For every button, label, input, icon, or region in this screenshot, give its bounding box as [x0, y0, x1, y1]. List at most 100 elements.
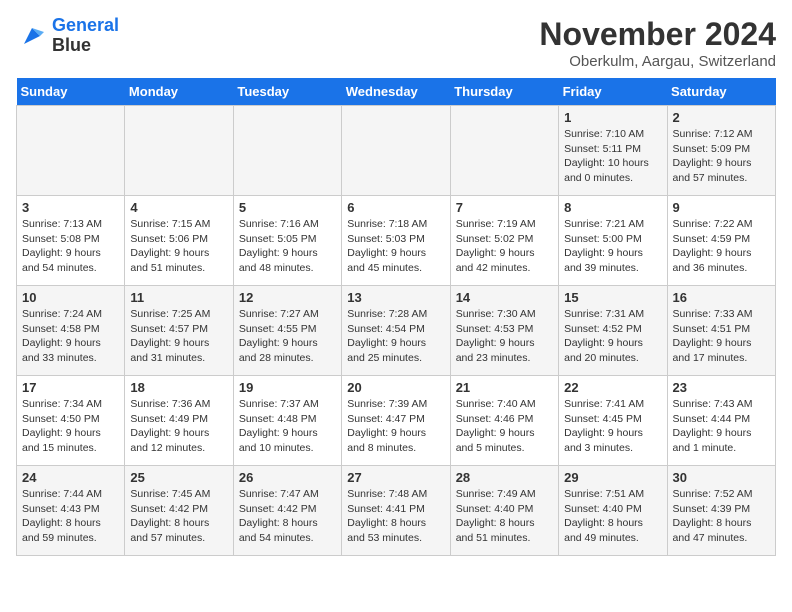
day-number: 5: [239, 200, 336, 215]
day-info: Sunrise: 7:19 AMSunset: 5:02 PMDaylight:…: [456, 217, 553, 276]
calendar-cell: [233, 106, 341, 196]
calendar-cell: 19 Sunrise: 7:37 AMSunset: 4:48 PMDayligh…: [233, 376, 341, 466]
calendar-cell: 25 Sunrise: 7:45 AMSunset: 4:42 PMDayligh…: [125, 466, 233, 556]
day-number: 12: [239, 290, 336, 305]
subtitle: Oberkulm, Aargau, Switzerland: [539, 53, 776, 70]
day-info: Sunrise: 7:44 AMSunset: 4:43 PMDaylight:…: [22, 487, 119, 546]
day-number: 19: [239, 380, 336, 395]
day-info: Sunrise: 7:36 AMSunset: 4:49 PMDaylight:…: [130, 397, 227, 456]
calendar-cell: 30Sunrise: 7:52 AMSunset: 4:39 PMDayligh…: [667, 466, 775, 556]
weekday-header: Sunday: [17, 78, 125, 106]
day-info: Sunrise: 7:39 AMSunset: 4:47 PMDaylight:…: [347, 397, 444, 456]
calendar-cell: [342, 106, 450, 196]
calendar-cell: 12 Sunrise: 7:27 AMSunset: 4:55 PMDayligh…: [233, 286, 341, 376]
title-block: November 2024 Oberkulm, Aargau, Switzerl…: [539, 16, 776, 70]
day-number: 10: [22, 290, 119, 305]
logo: General Blue: [16, 16, 119, 56]
calendar-body: 1 Sunrise: 7:10 AMSunset: 5:11 PMDaylight…: [17, 106, 776, 556]
day-info: Sunrise: 7:41 AMSunset: 4:45 PMDaylight:…: [564, 397, 661, 456]
calendar-table: SundayMondayTuesdayWednesdayThursdayFrid…: [16, 78, 776, 556]
day-info: Sunrise: 7:40 AMSunset: 4:46 PMDaylight:…: [456, 397, 553, 456]
day-info: Sunrise: 7:24 AMSunset: 4:58 PMDaylight:…: [22, 307, 119, 366]
weekday-header: Wednesday: [342, 78, 450, 106]
day-number: 17: [22, 380, 119, 395]
day-info: Sunrise: 7:48 AMSunset: 4:41 PMDaylight:…: [347, 487, 444, 546]
day-info: Sunrise: 7:22 AMSunset: 4:59 PMDaylight:…: [673, 217, 770, 276]
calendar-cell: 11 Sunrise: 7:25 AMSunset: 4:57 PMDayligh…: [125, 286, 233, 376]
calendar-cell: 4Sunrise: 7:15 AMSunset: 5:06 PMDaylight…: [125, 196, 233, 286]
page-header: General Blue November 2024 Oberkulm, Aar…: [16, 16, 776, 70]
calendar-cell: 8 Sunrise: 7:21 AMSunset: 5:00 PMDaylight…: [559, 196, 667, 286]
weekday-header: Monday: [125, 78, 233, 106]
calendar-cell: 20 Sunrise: 7:39 AMSunset: 4:47 PMDayligh…: [342, 376, 450, 466]
calendar-cell: 13 Sunrise: 7:28 AMSunset: 4:54 PMDayligh…: [342, 286, 450, 376]
day-number: 20: [347, 380, 444, 395]
weekday-header: Saturday: [667, 78, 775, 106]
day-number: 25: [130, 470, 227, 485]
calendar-cell: 15Sunrise: 7:31 AMSunset: 4:52 PMDayligh…: [559, 286, 667, 376]
day-number: 6: [347, 200, 444, 215]
weekday-header: Friday: [559, 78, 667, 106]
calendar-cell: 29 Sunrise: 7:51 AMSunset: 4:40 PMDayligh…: [559, 466, 667, 556]
calendar-cell: [17, 106, 125, 196]
logo-icon: [16, 20, 48, 52]
calendar-cell: 22 Sunrise: 7:41 AMSunset: 4:45 PMDayligh…: [559, 376, 667, 466]
day-info: Sunrise: 7:10 AMSunset: 5:11 PMDaylight:…: [564, 127, 661, 186]
calendar-cell: 28 Sunrise: 7:49 AMSunset: 4:40 PMDayligh…: [450, 466, 558, 556]
day-number: 27: [347, 470, 444, 485]
day-number: 18: [130, 380, 227, 395]
day-number: 16: [673, 290, 770, 305]
day-info: Sunrise: 7:33 AMSunset: 4:51 PMDaylight:…: [673, 307, 770, 366]
day-info: Sunrise: 7:49 AMSunset: 4:40 PMDaylight:…: [456, 487, 553, 546]
calendar-cell: 16 Sunrise: 7:33 AMSunset: 4:51 PMDayligh…: [667, 286, 775, 376]
weekday-header: Tuesday: [233, 78, 341, 106]
calendar-cell: 7 Sunrise: 7:19 AMSunset: 5:02 PMDaylight…: [450, 196, 558, 286]
calendar-cell: 5 Sunrise: 7:16 AMSunset: 5:05 PMDaylight…: [233, 196, 341, 286]
day-number: 21: [456, 380, 553, 395]
day-info: Sunrise: 7:28 AMSunset: 4:54 PMDaylight:…: [347, 307, 444, 366]
day-number: 11: [130, 290, 227, 305]
day-info: Sunrise: 7:21 AMSunset: 5:00 PMDaylight:…: [564, 217, 661, 276]
calendar-header: SundayMondayTuesdayWednesdayThursdayFrid…: [17, 78, 776, 106]
calendar-cell: 17Sunrise: 7:34 AMSunset: 4:50 PMDayligh…: [17, 376, 125, 466]
day-info: Sunrise: 7:27 AMSunset: 4:55 PMDaylight:…: [239, 307, 336, 366]
calendar-cell: [450, 106, 558, 196]
day-number: 23: [673, 380, 770, 395]
calendar-cell: 26Sunrise: 7:47 AMSunset: 4:42 PMDayligh…: [233, 466, 341, 556]
calendar-cell: 1 Sunrise: 7:10 AMSunset: 5:11 PMDaylight…: [559, 106, 667, 196]
day-info: Sunrise: 7:43 AMSunset: 4:44 PMDaylight:…: [673, 397, 770, 456]
logo-text: General Blue: [52, 16, 119, 56]
day-number: 14: [456, 290, 553, 305]
day-number: 8: [564, 200, 661, 215]
day-info: Sunrise: 7:18 AMSunset: 5:03 PMDaylight:…: [347, 217, 444, 276]
day-number: 26: [239, 470, 336, 485]
calendar-cell: 24 Sunrise: 7:44 AMSunset: 4:43 PMDayligh…: [17, 466, 125, 556]
day-number: 3: [22, 200, 119, 215]
day-info: Sunrise: 7:45 AMSunset: 4:42 PMDaylight:…: [130, 487, 227, 546]
calendar-cell: 21 Sunrise: 7:40 AMSunset: 4:46 PMDayligh…: [450, 376, 558, 466]
day-info: Sunrise: 7:13 AMSunset: 5:08 PMDaylight:…: [22, 217, 119, 276]
day-number: 4: [130, 200, 227, 215]
day-number: 13: [347, 290, 444, 305]
day-number: 1: [564, 110, 661, 125]
day-info: Sunrise: 7:52 AMSunset: 4:39 PMDaylight:…: [673, 487, 770, 546]
calendar-cell: 6 Sunrise: 7:18 AMSunset: 5:03 PMDaylight…: [342, 196, 450, 286]
calendar-cell: 14Sunrise: 7:30 AMSunset: 4:53 PMDayligh…: [450, 286, 558, 376]
calendar-cell: [125, 106, 233, 196]
calendar-cell: 18 Sunrise: 7:36 AMSunset: 4:49 PMDayligh…: [125, 376, 233, 466]
calendar-cell: 23 Sunrise: 7:43 AMSunset: 4:44 PMDayligh…: [667, 376, 775, 466]
day-number: 28: [456, 470, 553, 485]
calendar-cell: 9 Sunrise: 7:22 AMSunset: 4:59 PMDaylight…: [667, 196, 775, 286]
calendar-cell: 10 Sunrise: 7:24 AMSunset: 4:58 PMDayligh…: [17, 286, 125, 376]
day-info: Sunrise: 7:37 AMSunset: 4:48 PMDaylight:…: [239, 397, 336, 456]
day-number: 24: [22, 470, 119, 485]
day-number: 9: [673, 200, 770, 215]
day-number: 7: [456, 200, 553, 215]
day-info: Sunrise: 7:16 AMSunset: 5:05 PMDaylight:…: [239, 217, 336, 276]
day-info: Sunrise: 7:31 AMSunset: 4:52 PMDaylight:…: [564, 307, 661, 366]
day-info: Sunrise: 7:51 AMSunset: 4:40 PMDaylight:…: [564, 487, 661, 546]
day-number: 29: [564, 470, 661, 485]
calendar-cell: 3 Sunrise: 7:13 AMSunset: 5:08 PMDaylight…: [17, 196, 125, 286]
day-info: Sunrise: 7:25 AMSunset: 4:57 PMDaylight:…: [130, 307, 227, 366]
day-number: 22: [564, 380, 661, 395]
